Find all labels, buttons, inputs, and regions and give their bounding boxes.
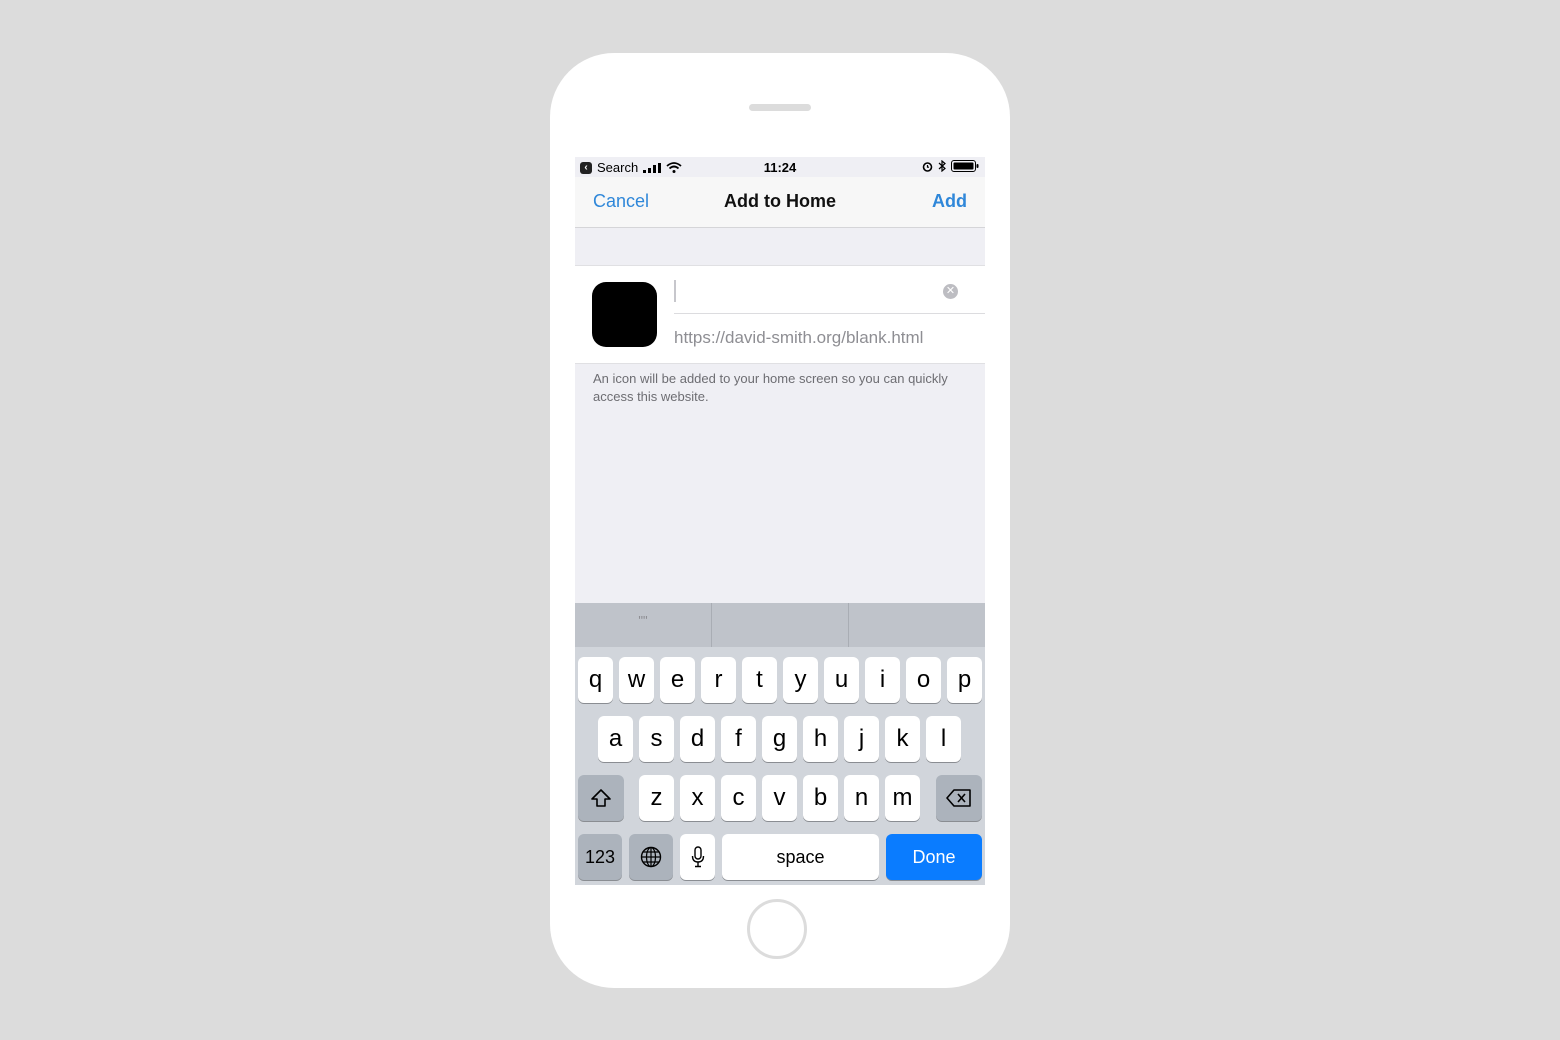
key-d[interactable]: d — [680, 716, 715, 762]
home-button[interactable] — [747, 899, 807, 959]
add-to-home-form: ✕ https://david-smith.org/blank.html — [575, 265, 985, 364]
done-key[interactable]: Done — [886, 834, 982, 880]
key-j[interactable]: j — [844, 716, 879, 762]
key-b[interactable]: b — [803, 775, 838, 821]
key-k[interactable]: k — [885, 716, 920, 762]
key-g[interactable]: g — [762, 716, 797, 762]
key-e[interactable]: e — [660, 657, 695, 703]
status-bar: ‹ Search 11:24 — [575, 157, 985, 177]
globe-icon — [640, 846, 662, 868]
key-x[interactable]: x — [680, 775, 715, 821]
bluetooth-icon — [938, 160, 946, 172]
key-i[interactable]: i — [865, 657, 900, 703]
key-l[interactable]: l — [926, 716, 961, 762]
shift-icon — [591, 789, 611, 807]
key-f[interactable]: f — [721, 716, 756, 762]
key-y[interactable]: y — [783, 657, 818, 703]
navigation-bar: Cancel Add to Home Add — [575, 177, 985, 228]
add-button[interactable]: Add — [932, 191, 967, 212]
key-z[interactable]: z — [639, 775, 674, 821]
key-m[interactable]: m — [885, 775, 920, 821]
space-key[interactable]: space — [722, 834, 879, 880]
backspace-icon — [946, 789, 971, 807]
url-label: https://david-smith.org/blank.html — [674, 328, 924, 347]
keyboard: "" q w e r t y u i o p a s d f g h j k l… — [575, 603, 985, 885]
suggestion-2[interactable] — [712, 603, 849, 647]
key-p[interactable]: p — [947, 657, 982, 703]
text-cursor — [674, 280, 676, 302]
key-u[interactable]: u — [824, 657, 859, 703]
microphone-icon — [691, 846, 704, 868]
speaker-grille — [749, 104, 811, 111]
name-input[interactable]: ✕ — [674, 276, 985, 314]
key-v[interactable]: v — [762, 775, 797, 821]
app-icon-preview — [592, 282, 657, 347]
info-footer: An icon will be added to your home scree… — [593, 371, 948, 404]
key-q[interactable]: q — [578, 657, 613, 703]
screen: ‹ Search 11:24 Cancel Add to Home Add ✕ … — [575, 157, 985, 885]
key-o[interactable]: o — [906, 657, 941, 703]
delete-key[interactable] — [936, 775, 982, 821]
globe-key[interactable] — [629, 834, 673, 880]
key-n[interactable]: n — [844, 775, 879, 821]
suggestion-3[interactable] — [849, 603, 985, 647]
battery-icon — [951, 160, 979, 172]
suggestion-1[interactable]: "" — [575, 603, 712, 647]
alarm-icon — [922, 161, 933, 172]
clear-icon[interactable]: ✕ — [943, 284, 958, 299]
status-right — [922, 160, 979, 172]
key-h[interactable]: h — [803, 716, 838, 762]
key-r[interactable]: r — [701, 657, 736, 703]
suggestion-bar: "" — [575, 603, 985, 647]
key-s[interactable]: s — [639, 716, 674, 762]
mic-key[interactable] — [680, 834, 715, 880]
page-title: Add to Home — [724, 191, 836, 211]
key-w[interactable]: w — [619, 657, 654, 703]
numbers-key[interactable]: 123 — [578, 834, 622, 880]
key-c[interactable]: c — [721, 775, 756, 821]
key-a[interactable]: a — [598, 716, 633, 762]
key-t[interactable]: t — [742, 657, 777, 703]
shift-key[interactable] — [578, 775, 624, 821]
